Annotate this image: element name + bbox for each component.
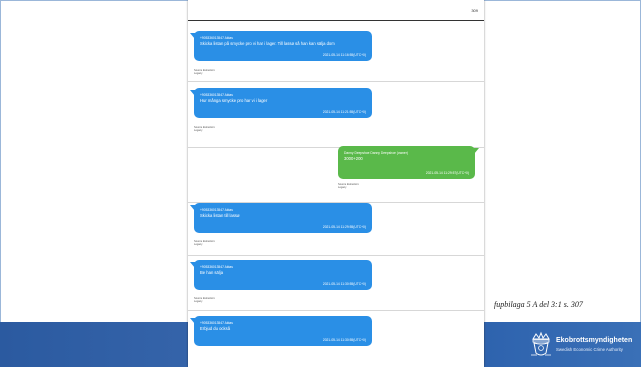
bubble-tail [190, 33, 195, 39]
message-timestamp: 2021-05-14 11:30:55(UTC+0) [322, 338, 366, 342]
logo-subtitle: Swedish Economic Crime Authority [556, 347, 623, 352]
exhibit-caption: fupbilaga 5 A del 3:1 s. 307 [494, 300, 583, 309]
message-timestamp: 2021-05-14 11:29:55(UTC+0) [322, 225, 366, 229]
bubble-tail [190, 262, 195, 268]
message-bubble-outgoing: Danny Deepshoe Danny Deepshoe (owner) 30… [338, 146, 479, 179]
document-page: 309 +905336013547 Aktas Skicka listan på… [188, 0, 484, 367]
crown-emblem-icon [531, 331, 551, 356]
message-bubble-incoming: +905336013547 Aktas Erbjud du också 2021… [190, 316, 372, 346]
message-source-meta: Source Extraction: Legacy [194, 240, 254, 246]
message-source-meta: Source Extraction: Legacy [194, 126, 254, 132]
message-bubble-incoming: +905336013547 Aktas Be han sälja 2021-05… [190, 260, 372, 290]
meta-line: Legacy [194, 129, 203, 133]
message-source-meta: Source Extraction: Legacy [194, 297, 254, 303]
meta-line: Legacy [338, 186, 347, 190]
message-body: Skicka listan på smycke pro vi har i lag… [200, 41, 335, 46]
agency-logo: Ekobrottsmyndigheten Swedish Economic Cr… [528, 328, 638, 364]
message-bubble-incoming: +905336013547 Aktas Skicka listan på smy… [190, 31, 372, 61]
message-timestamp: 2021-05-14 11:21:55(UTC+0) [322, 110, 366, 114]
page-header-rule [188, 20, 484, 21]
meta-line: Legacy [194, 300, 203, 304]
message-separator [188, 310, 484, 311]
message-timestamp: 2021-05-14 11:29:57(UTC+0) [425, 171, 469, 175]
slide: 309 +905336013547 Aktas Skicka listan på… [0, 0, 641, 367]
bubble-tail [474, 148, 479, 154]
frame-left-border [0, 0, 1, 367]
bubble-tail [190, 318, 195, 324]
message-timestamp: 2021-05-14 11:16:55(UTC+0) [322, 53, 366, 57]
message-separator [188, 81, 484, 82]
message-source-meta: Source Extraction: Legacy [338, 183, 398, 189]
message-bubble-incoming: +905336013547 Aktas Hur många smycke pro… [190, 88, 372, 118]
message-body: 3000+200 [344, 156, 363, 161]
message-separator [188, 255, 484, 256]
page-number: 309 [471, 8, 478, 13]
meta-line: Legacy [194, 243, 203, 247]
bubble-tail [190, 205, 195, 211]
meta-line: Legacy [194, 72, 203, 76]
message-body: Skicka listan till lassø [200, 213, 240, 218]
message-body: Be han sälja [200, 270, 224, 275]
message-body: Erbjud du också [200, 326, 231, 331]
message-body: Hur många smycke pro har vi i lager [200, 98, 268, 103]
logo-name: Ekobrottsmyndigheten [556, 337, 633, 344]
message-bubble-incoming: +905336013547 Aktas Skicka listan till l… [190, 203, 372, 233]
message-timestamp: 2021-05-14 11:30:55(UTC+0) [322, 282, 366, 286]
bubble-tail [190, 90, 195, 96]
message-source-meta: Source Extraction: Legacy [194, 69, 254, 75]
